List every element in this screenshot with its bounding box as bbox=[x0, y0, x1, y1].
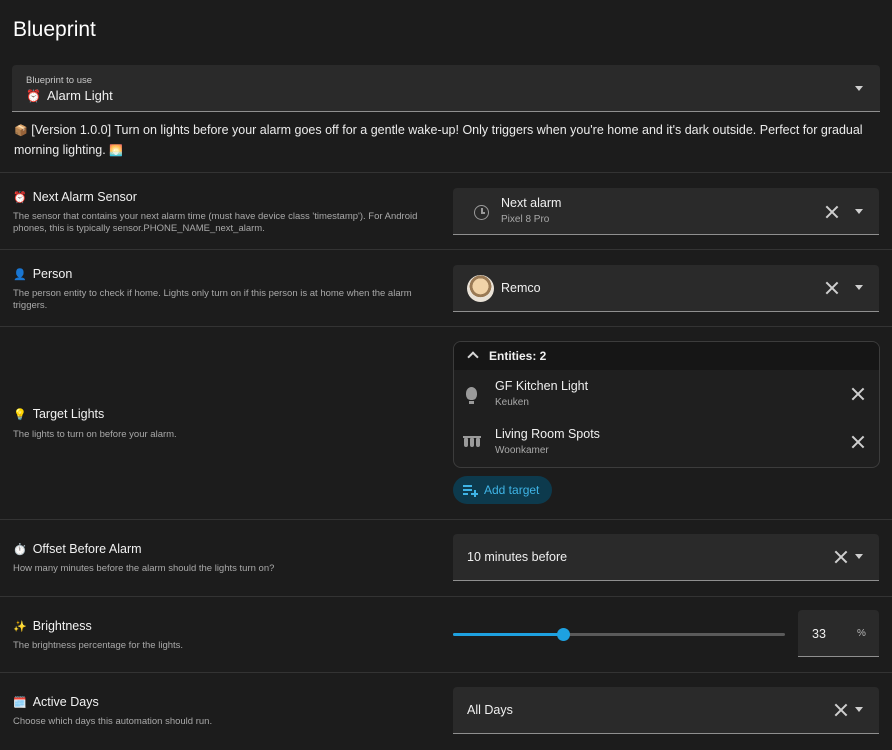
person-title: 👤 Person bbox=[13, 267, 72, 281]
calendar-emoji-icon: 🗓️ bbox=[13, 697, 27, 709]
package-emoji-icon: 📦 bbox=[14, 125, 28, 137]
divider bbox=[0, 672, 892, 673]
divider bbox=[0, 249, 892, 250]
add-target-button[interactable]: Add target bbox=[453, 476, 552, 504]
ceiling-spots-icon bbox=[463, 436, 481, 450]
clear-icon[interactable] bbox=[834, 550, 848, 564]
offset-value: 10 minutes before bbox=[467, 550, 568, 564]
person-title-text: Person bbox=[32, 267, 73, 281]
blueprint-description-text: [Version 1.0.0] Turn on lights before yo… bbox=[14, 123, 863, 157]
offset-title-text: Offset Before Alarm bbox=[32, 542, 142, 556]
brightness-value: 33 bbox=[812, 627, 826, 641]
brightness-unit: % bbox=[857, 628, 866, 639]
dropdown-arrow-icon[interactable] bbox=[855, 285, 863, 290]
brightness-title: ✨ Brightness bbox=[13, 619, 92, 633]
next-alarm-title: ⏰ Next Alarm Sensor bbox=[13, 190, 137, 204]
divider bbox=[0, 172, 892, 173]
target-lights-description: The lights to turn on before your alarm. bbox=[13, 429, 177, 440]
list-item[interactable]: Living Room Spots Woonkamer bbox=[454, 420, 879, 466]
entity-area: Woonkamer bbox=[495, 445, 549, 456]
brightness-description: The brightness percentage for the lights… bbox=[13, 640, 184, 651]
next-alarm-description: The sensor that contains your next alarm… bbox=[13, 211, 418, 234]
active-days-value: All Days bbox=[467, 703, 513, 717]
lightbulb-icon bbox=[466, 387, 477, 404]
dropdown-arrow-icon[interactable] bbox=[855, 86, 863, 91]
target-entities-panel: Entities: 2 GF Kitchen Light Keuken Livi… bbox=[453, 341, 880, 468]
active-days-title: 🗓️ Active Days bbox=[13, 695, 99, 709]
blueprint-description: 📦 [Version 1.0.0] Turn on lights before … bbox=[14, 121, 884, 161]
active-days-description: Choose which days this automation should… bbox=[13, 716, 213, 727]
remove-icon[interactable] bbox=[851, 387, 865, 401]
target-lights-title: 💡 Target Lights bbox=[13, 407, 104, 421]
divider bbox=[0, 596, 892, 597]
playlist-add-icon bbox=[463, 485, 478, 497]
blueprint-select[interactable]: Blueprint to use ⏰ Alarm Light bbox=[12, 65, 880, 112]
add-target-label: Add target bbox=[484, 483, 540, 497]
next-alarm-entity-picker[interactable]: Next alarm Pixel 8 Pro bbox=[453, 188, 879, 235]
divider bbox=[0, 519, 892, 520]
entity-name: Living Room Spots bbox=[495, 427, 600, 441]
person-value: Remco bbox=[501, 281, 541, 295]
alarm-clock-emoji-icon: ⏰ bbox=[13, 192, 27, 204]
brightness-title-text: Brightness bbox=[32, 619, 92, 633]
brightness-slider[interactable] bbox=[453, 628, 785, 641]
entities-count: Entities: 2 bbox=[489, 349, 547, 363]
remove-icon[interactable] bbox=[851, 435, 865, 449]
page-title: Blueprint bbox=[13, 18, 96, 41]
next-alarm-value: Next alarm bbox=[501, 196, 562, 210]
entity-name: GF Kitchen Light bbox=[495, 379, 589, 393]
active-days-title-text: Active Days bbox=[32, 695, 99, 709]
entities-header[interactable]: Entities: 2 bbox=[454, 342, 879, 370]
offset-title: ⏱️ Offset Before Alarm bbox=[13, 542, 142, 556]
divider bbox=[0, 326, 892, 327]
entity-area: Keuken bbox=[495, 397, 529, 408]
offset-description: How many minutes before the alarm should… bbox=[13, 563, 275, 574]
clear-icon[interactable] bbox=[825, 205, 839, 219]
active-days-select[interactable]: All Days bbox=[453, 687, 879, 734]
person-avatar bbox=[467, 275, 494, 302]
sunrise-emoji-icon: 🌅 bbox=[109, 145, 123, 157]
next-alarm-device: Pixel 8 Pro bbox=[501, 214, 550, 225]
stopwatch-emoji-icon: ⏱️ bbox=[13, 544, 27, 556]
clear-icon[interactable] bbox=[834, 703, 848, 717]
brightness-input[interactable]: 33 % bbox=[798, 610, 879, 657]
blueprint-select-label: Blueprint to use bbox=[26, 75, 93, 86]
slider-thumb[interactable] bbox=[557, 628, 570, 641]
alarm-clock-emoji-icon: ⏰ bbox=[26, 89, 41, 103]
chevron-up-icon[interactable] bbox=[467, 351, 479, 363]
clear-icon[interactable] bbox=[825, 281, 839, 295]
person-entity-picker[interactable]: Remco bbox=[453, 265, 879, 312]
person-emoji-icon: 👤 bbox=[13, 269, 27, 281]
slider-fill bbox=[453, 633, 563, 636]
sparkles-emoji-icon: ✨ bbox=[13, 621, 27, 633]
blueprint-select-value: ⏰ Alarm Light bbox=[26, 88, 113, 103]
lightbulb-emoji-icon: 💡 bbox=[13, 409, 27, 421]
target-lights-title-text: Target Lights bbox=[32, 407, 105, 421]
person-description: The person entity to check if home. Ligh… bbox=[13, 288, 412, 311]
next-alarm-title-text: Next Alarm Sensor bbox=[32, 190, 137, 204]
blueprint-name: Alarm Light bbox=[46, 88, 113, 103]
alarm-clock-icon bbox=[474, 205, 489, 220]
dropdown-arrow-icon[interactable] bbox=[855, 554, 863, 559]
dropdown-arrow-icon[interactable] bbox=[855, 707, 863, 712]
offset-select[interactable]: 10 minutes before bbox=[453, 534, 879, 581]
dropdown-arrow-icon[interactable] bbox=[855, 209, 863, 214]
list-item[interactable]: GF Kitchen Light Keuken bbox=[454, 372, 879, 418]
